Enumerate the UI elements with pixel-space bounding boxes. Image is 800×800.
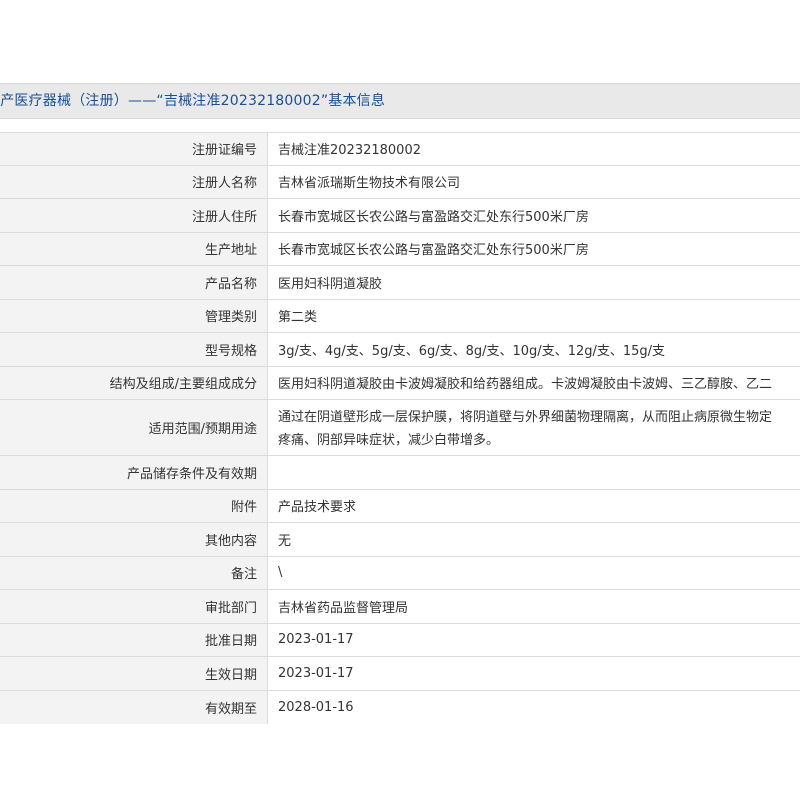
table-row-registration-number: 注册证编号 吉械注准20232180002: [0, 132, 800, 166]
row-label: 生产地址: [0, 232, 268, 265]
table-row-storage-conditions: 产品储存条件及有效期: [0, 456, 800, 490]
row-value: 长春市宽城区长农公路与富盈路交汇处东行500米厂房: [278, 209, 589, 225]
registration-info-table: 注册证编号 吉械注准20232180002 注册人名称 吉林省派瑞斯生物技术有限…: [0, 132, 800, 724]
table-row-valid-until: 有效期至 2028-01-16: [0, 690, 800, 724]
table-row-management-category: 管理类别 第二类: [0, 299, 800, 333]
page-title: 国产医疗器械（注册）——“吉械注准20232180002”基本信息: [0, 93, 386, 109]
row-label: 适用范围/预期用途: [0, 400, 268, 455]
table-row-structure-composition: 结构及组成/主要组成成分 医用妇科阴道凝胶由卡波姆凝胶和给药器组成。卡波姆凝胶由…: [0, 366, 800, 400]
row-value-line: 通过在阴道壁形成一层保护膜，将阴道壁与外界细菌物理隔离，从而阻止病原微生物定: [278, 410, 773, 425]
row-value: 通过在阴道壁形成一层保护膜，将阴道壁与外界细菌物理隔离，从而阻止病原微生物定 疼…: [268, 400, 800, 455]
row-value: 吉林省药品监督管理局: [278, 600, 409, 616]
row-value: 吉林省派瑞斯生物技术有限公司: [278, 176, 461, 192]
row-value: \: [278, 565, 283, 581]
row-label: 附件: [0, 489, 268, 522]
row-value-line: 疼痛、阴部异味症状，减少白带增多。: [278, 433, 500, 448]
row-value: 医用妇科阴道凝胶由卡波姆凝胶和给药器组成。卡波姆凝胶由卡波姆、三乙醇胺、乙二: [278, 377, 773, 393]
row-label: 备注: [0, 556, 268, 589]
row-value: 无: [278, 533, 292, 549]
row-label: 审批部门: [0, 590, 268, 623]
row-label: 注册人名称: [0, 165, 268, 198]
table-row-effective-date: 生效日期 2023-01-17: [0, 657, 800, 691]
row-value: 长春市宽城区长农公路与富盈路交汇处东行500米厂房: [278, 243, 589, 259]
row-value: 医用妇科阴道凝胶: [278, 276, 383, 292]
row-label: 结构及组成/主要组成成分: [0, 366, 268, 399]
page-frame: 国产医疗器械（注册）——“吉械注准20232180002”基本信息 注册证编号 …: [0, 0, 800, 800]
row-value: 产品技术要求: [278, 500, 357, 516]
row-label: 注册证编号: [0, 133, 268, 165]
table-row-attachment: 附件 产品技术要求: [0, 489, 800, 523]
table-row-other-content: 其他内容 无: [0, 523, 800, 557]
table-row-approval-date: 批准日期 2023-01-17: [0, 623, 800, 657]
row-label: 生效日期: [0, 657, 268, 690]
row-label: 批准日期: [0, 623, 268, 656]
row-value: [268, 456, 800, 489]
table-row-product-name: 产品名称 医用妇科阴道凝胶: [0, 266, 800, 300]
row-value: 第二类: [278, 310, 318, 326]
table-row-registrant-name: 注册人名称 吉林省派瑞斯生物技术有限公司: [0, 165, 800, 199]
table-row-approval-department: 审批部门 吉林省药品监督管理局: [0, 590, 800, 624]
info-header-bar: 国产医疗器械（注册）——“吉械注准20232180002”基本信息: [0, 83, 800, 119]
row-label: 有效期至: [0, 690, 268, 724]
row-value: 2023-01-17: [278, 632, 354, 648]
table-row-production-address: 生产地址 长春市宽城区长农公路与富盈路交汇处东行500米厂房: [0, 232, 800, 266]
row-label: 产品名称: [0, 266, 268, 299]
table-row-intended-use: 适用范围/预期用途 通过在阴道壁形成一层保护膜，将阴道壁与外界细菌物理隔离，从而…: [0, 400, 800, 456]
row-label: 产品储存条件及有效期: [0, 456, 268, 489]
row-label: 型号规格: [0, 333, 268, 366]
row-value: 2023-01-17: [278, 665, 354, 681]
table-row-remarks: 备注 \: [0, 556, 800, 590]
table-row-model-spec: 型号规格 3g/支、4g/支、5g/支、6g/支、8g/支、10g/支、12g/…: [0, 333, 800, 367]
table-row-registrant-address: 注册人住所 长春市宽城区长农公路与富盈路交汇处东行500米厂房: [0, 199, 800, 233]
row-value: 3g/支、4g/支、5g/支、6g/支、8g/支、10g/支、12g/支、15g…: [278, 343, 666, 359]
row-value: 吉械注准20232180002: [278, 143, 421, 159]
row-label: 其他内容: [0, 523, 268, 556]
row-value: 2028-01-16: [278, 699, 354, 715]
row-label: 注册人住所: [0, 199, 268, 232]
row-label: 管理类别: [0, 299, 268, 332]
